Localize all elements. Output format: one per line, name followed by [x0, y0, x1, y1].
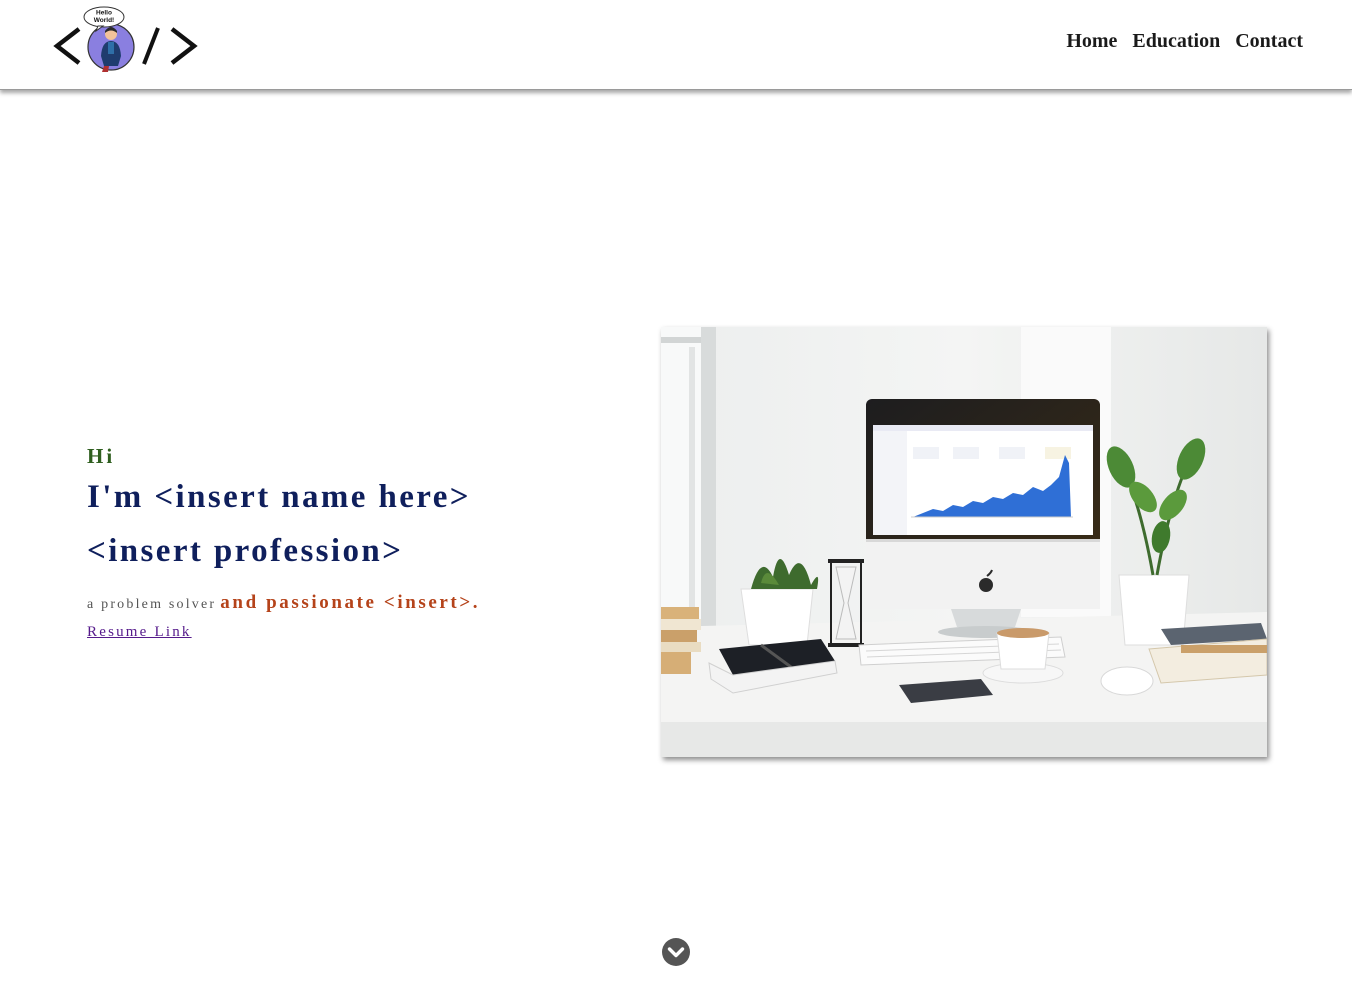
tagline-plain: a problem solver — [87, 597, 217, 612]
hero-tagline: a problem solver and passionate <insert>… — [87, 592, 627, 616]
main-nav: Home Education Contact — [1066, 30, 1303, 53]
site-header: Hello World! Home Education Contact — [0, 0, 1352, 90]
avatar-code-logo-icon: Hello World! — [53, 6, 198, 72]
workspace-photo-icon — [661, 327, 1267, 757]
tagline-accent: and passionate <insert>. — [220, 592, 481, 613]
desk-workspace-photo — [661, 327, 1267, 757]
hero-greeting: Hi — [87, 444, 116, 468]
hero-name: I'm <insert name here> — [87, 479, 471, 515]
nav-contact-link[interactable]: Contact — [1235, 30, 1303, 53]
nav-home-link[interactable]: Home — [1066, 30, 1117, 53]
hero-profession: <insert profession> — [87, 533, 404, 569]
chevron-down-circle-icon — [662, 938, 690, 966]
hero-intro: Hi I'm <insert name here> <insert profes… — [87, 442, 627, 641]
site-logo[interactable]: Hello World! — [52, 6, 202, 76]
nav-education-link[interactable]: Education — [1132, 30, 1220, 53]
resume-link[interactable]: Resume Link — [87, 624, 192, 641]
logo-world-text: World! — [94, 17, 114, 24]
logo-hello-text: Hello — [96, 10, 112, 17]
scroll-down-button[interactable] — [662, 938, 690, 966]
